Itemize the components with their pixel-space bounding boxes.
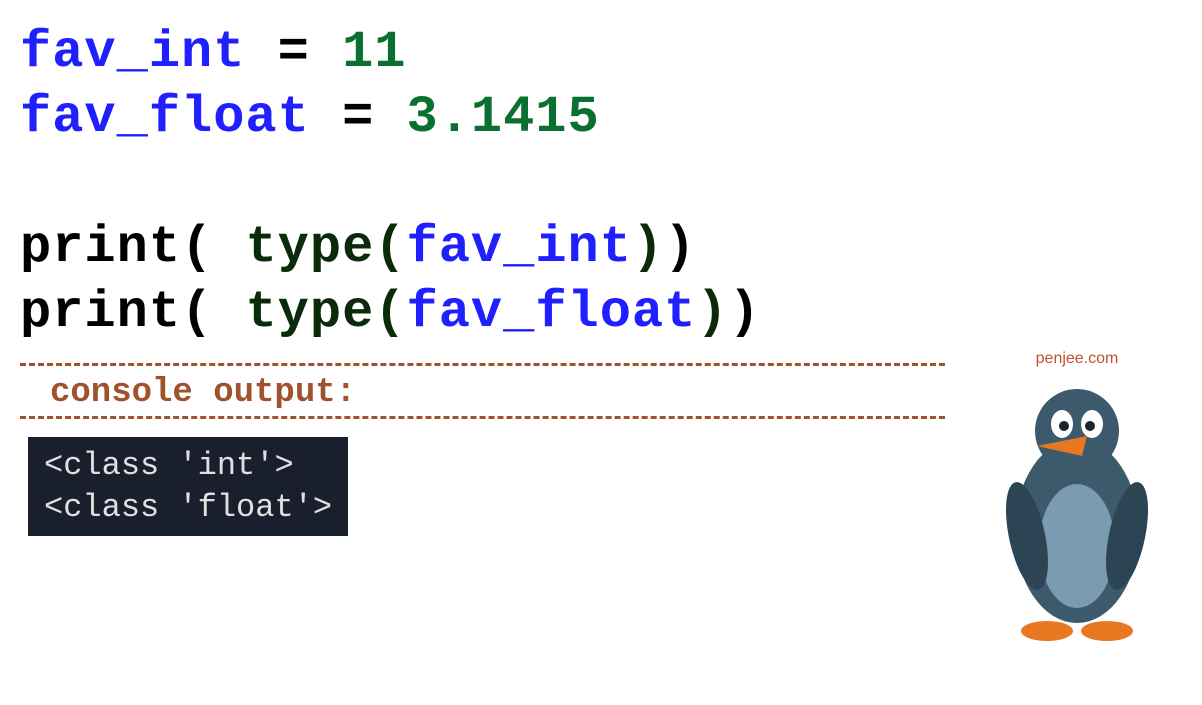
code-line-1: fav_int = 11 xyxy=(20,20,1182,85)
float-literal: 3.1415 xyxy=(406,88,599,147)
code-line-4: print( type(fav_float)) xyxy=(20,280,1182,345)
print-function: print xyxy=(20,218,181,277)
variable-arg: fav_int xyxy=(407,218,632,277)
variable-name: fav_int xyxy=(20,23,245,82)
variable-arg: fav_float xyxy=(407,283,697,342)
blank-line xyxy=(20,150,1182,215)
type-function: type xyxy=(245,283,374,342)
variable-name: fav_float xyxy=(20,88,310,147)
console-line-1: <class 'int'> xyxy=(44,445,332,487)
paren-open-inner: ( xyxy=(374,283,406,342)
equals-operator: = xyxy=(245,23,342,82)
penguin-mascot-container: penjee.com xyxy=(992,350,1162,651)
paren-close-inner: ) xyxy=(696,283,728,342)
equals-operator: = xyxy=(310,88,407,147)
penguin-icon xyxy=(992,376,1162,646)
paren-open: ( xyxy=(181,218,245,277)
python-code-block: fav_int = 11 fav_float = 3.1415 print( t… xyxy=(20,20,1182,345)
divider-top xyxy=(20,363,945,366)
paren-close: ) xyxy=(664,218,696,277)
paren-open-inner: ( xyxy=(374,218,406,277)
paren-open: ( xyxy=(181,283,245,342)
console-output-block: <class 'int'> <class 'float'> xyxy=(28,437,348,536)
console-line-2: <class 'float'> xyxy=(44,487,332,529)
paren-close: ) xyxy=(729,283,761,342)
divider-bottom xyxy=(20,416,945,419)
integer-literal: 11 xyxy=(342,23,406,82)
branding-label: penjee.com xyxy=(992,350,1162,368)
code-line-3: print( type(fav_int)) xyxy=(20,215,1182,280)
print-function: print xyxy=(20,283,181,342)
code-line-2: fav_float = 3.1415 xyxy=(20,85,1182,150)
type-function: type xyxy=(245,218,374,277)
paren-close-inner: ) xyxy=(632,218,664,277)
